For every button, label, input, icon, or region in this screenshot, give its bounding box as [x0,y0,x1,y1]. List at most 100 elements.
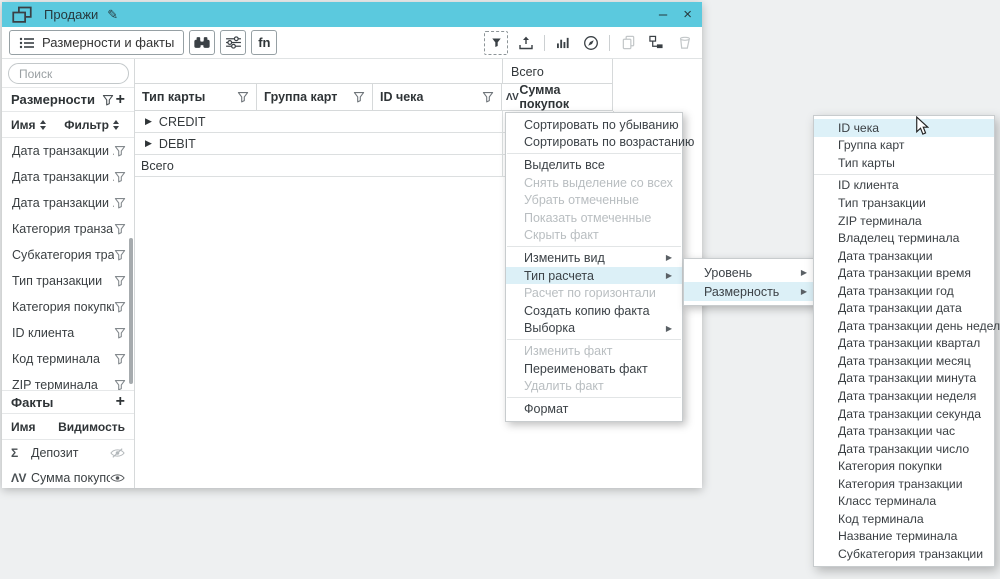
menu-separator [507,397,681,398]
dimension-row[interactable]: Код терминала [2,346,134,372]
filter-icon[interactable] [114,197,126,209]
dimension-label: Код терминала [12,352,114,366]
add-fact-button[interactable]: + [116,394,125,410]
window-titlebar[interactable]: Продажи ✎ – × [2,2,702,27]
dimension-option[interactable]: Дата транзакции минута [814,370,994,388]
dimension-option[interactable]: Дата транзакции год [814,282,994,300]
expand-icon[interactable]: ▶ [145,116,152,127]
menu-item-select-all[interactable]: Выделить все [506,156,682,174]
function-button[interactable]: fn [251,30,277,55]
filter-icon[interactable] [353,91,365,103]
close-button[interactable]: × [683,7,692,22]
filter-toggle-icon[interactable] [484,31,508,55]
dimension-option[interactable]: Дата транзакции дата [814,299,994,317]
filter-icon[interactable] [114,249,126,261]
expand-icon[interactable]: ▶ [145,138,152,149]
visibility-column-group: Видимость [58,420,125,434]
search-data-button[interactable] [189,30,215,55]
dimension-option[interactable]: Тип карты [814,154,994,172]
dimension-option[interactable]: Субкатегория транзакции [814,545,994,563]
fact-row[interactable]: ΛV Сумма покупок [2,465,134,490]
fact-row[interactable]: Σ Депозит [2,440,134,465]
dimension-option[interactable]: Дата транзакции квартал [814,335,994,353]
menu-item-rename-fact[interactable]: Переименовать факт [506,360,682,378]
dimension-label: Дата транзакции ... [12,170,114,184]
dimension-option[interactable]: Дата транзакции число [814,440,994,458]
submenu-arrow-icon: ▶ [801,287,807,296]
menu-item-change-view[interactable]: Изменить вид▶ [506,249,682,267]
dimension-option[interactable]: ID клиента [814,177,994,195]
sidebar-scrollbar[interactable] [129,238,133,384]
dimension-option[interactable]: Дата транзакции [814,247,994,265]
dimension-option[interactable]: Категория транзакции [814,475,994,493]
dimension-option[interactable]: Код терминала [814,510,994,528]
dimension-option[interactable]: Дата транзакции секунда [814,405,994,423]
total-column-header[interactable]: Всего [502,59,613,84]
sort-arrows-icon[interactable] [40,120,46,130]
dimension-option[interactable]: Тип транзакции [814,194,994,212]
dimension-row[interactable]: ZIP терминала [2,372,134,390]
dimension-row[interactable]: Субкатегория тра... [2,242,134,268]
dimension-row[interactable]: Дата транзакции ... [2,138,134,164]
filter-icon[interactable] [237,91,249,103]
dimension-row[interactable]: Тип транзакции [2,268,134,294]
menu-item-sort-asc[interactable]: Сортировать по возрастанию [506,134,682,152]
dimension-option[interactable]: Группа карт [814,137,994,155]
menu-item-calc-type[interactable]: Тип расчета▶ [506,267,682,285]
menu-item-format[interactable]: Формат [506,400,682,418]
dimension-option[interactable]: Дата транзакции день недели [814,317,994,335]
edit-title-icon[interactable]: ✎ [107,8,118,21]
dimension-option[interactable]: Дата транзакции час [814,422,994,440]
dimension-option[interactable]: ID чека [814,119,994,137]
dimension-option[interactable]: Класс терминала [814,492,994,510]
add-dimension-button[interactable]: + [116,92,125,108]
dimension-row[interactable]: Дата транзакции ... [2,164,134,190]
column-header-check-id[interactable]: ID чека [373,84,502,110]
menu-item-sort-desc[interactable]: Сортировать по убыванию [506,116,682,134]
dimension-option[interactable]: Категория покупки [814,457,994,475]
minimize-button[interactable]: – [659,7,667,22]
filter-icon[interactable] [102,94,114,106]
filter-icon[interactable] [114,353,126,365]
filter-icon[interactable] [114,327,126,339]
dimension-row[interactable]: Категория покупки [2,294,134,320]
average-icon: ΛV [506,92,518,103]
filter-icon[interactable] [114,301,126,313]
settings-sliders-button[interactable] [220,30,246,55]
menu-item-copy-fact[interactable]: Создать копию факта [506,302,682,320]
column-header-card-group[interactable]: Группа карт [257,84,373,110]
filter-icon[interactable] [114,145,126,157]
filter-icon[interactable] [114,171,126,183]
filter-icon[interactable] [114,223,126,235]
dimensions-section-header: Размерности + [2,88,134,112]
filter-column-label[interactable]: Фильтр [64,118,109,132]
filter-icon[interactable] [114,275,126,287]
eye-off-icon[interactable] [110,448,125,458]
submenu-item-level[interactable]: Уровень▶ [684,263,816,282]
dimension-option[interactable]: Дата транзакции время [814,264,994,282]
dimension-option[interactable]: Дата транзакции неделя [814,387,994,405]
filter-icon[interactable] [114,379,126,390]
export-icon[interactable] [516,33,536,53]
filter-icon[interactable] [482,91,494,103]
dimension-option[interactable]: Владелец терминала [814,229,994,247]
dimension-option[interactable]: Название терминала [814,528,994,546]
dimension-row[interactable]: Дата транзакции ... [2,190,134,216]
dimension-row[interactable]: ID клиента [2,320,134,346]
chart-icon[interactable] [553,33,573,53]
name-column-label[interactable]: Имя [11,118,36,132]
eye-icon[interactable] [110,473,125,483]
column-header-card-type[interactable]: Тип карты [135,84,257,110]
compass-icon[interactable] [581,33,601,53]
menu-item-selection[interactable]: Выборка▶ [506,320,682,338]
sort-arrows-icon[interactable] [113,120,119,130]
search-input[interactable] [8,63,129,84]
column-header-purchase-sum[interactable]: ΛV Сумма покупок [502,84,613,110]
dimension-option[interactable]: Дата транзакции месяц [814,352,994,370]
submenu-item-dimension[interactable]: Размерность▶ [684,282,816,301]
dimension-row[interactable]: Категория транза... [2,216,134,242]
dimension-option[interactable]: ZIP терминала [814,212,994,230]
menu-item-remove-marked: Убрать отмеченные [506,191,682,209]
dimensions-and-facts-button[interactable]: Размерности и факты [9,30,184,55]
hierarchy-icon[interactable] [646,33,666,53]
